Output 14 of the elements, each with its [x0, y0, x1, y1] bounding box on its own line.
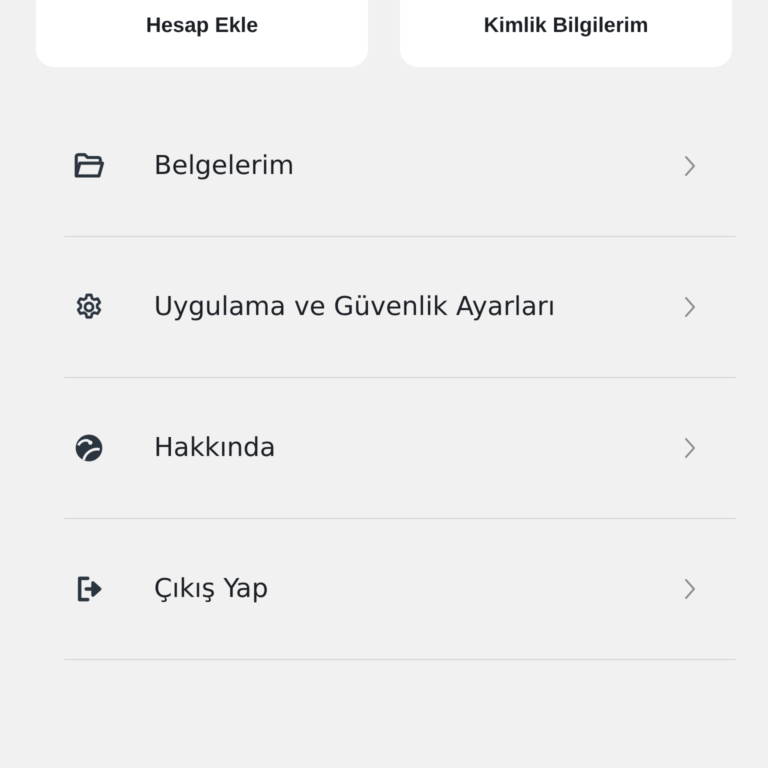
- menu-label: Hakkında: [154, 433, 277, 463]
- menu-label: Çıkış Yap: [154, 574, 270, 604]
- chevron-right-icon: [684, 578, 696, 600]
- menu-item[interactable]: Hakkında: [64, 378, 736, 519]
- card-button[interactable]: Kimlik Bilgilerim: [400, 0, 732, 67]
- menu-label: Belgelerim: [154, 151, 296, 181]
- chevron-right-icon: [684, 155, 696, 177]
- menu-item[interactable]: Belgelerim: [64, 96, 736, 237]
- chevron-right-icon: [684, 296, 696, 318]
- card-button[interactable]: Hesap Ekle: [36, 0, 368, 67]
- chevron-right-icon: [684, 437, 696, 459]
- menu-item[interactable]: Uygulama ve Güvenlik Ayarları: [64, 237, 736, 378]
- menu-label: Uygulama ve Güvenlik Ayarları: [154, 292, 556, 322]
- menu-item[interactable]: Çıkış Yap: [64, 519, 736, 660]
